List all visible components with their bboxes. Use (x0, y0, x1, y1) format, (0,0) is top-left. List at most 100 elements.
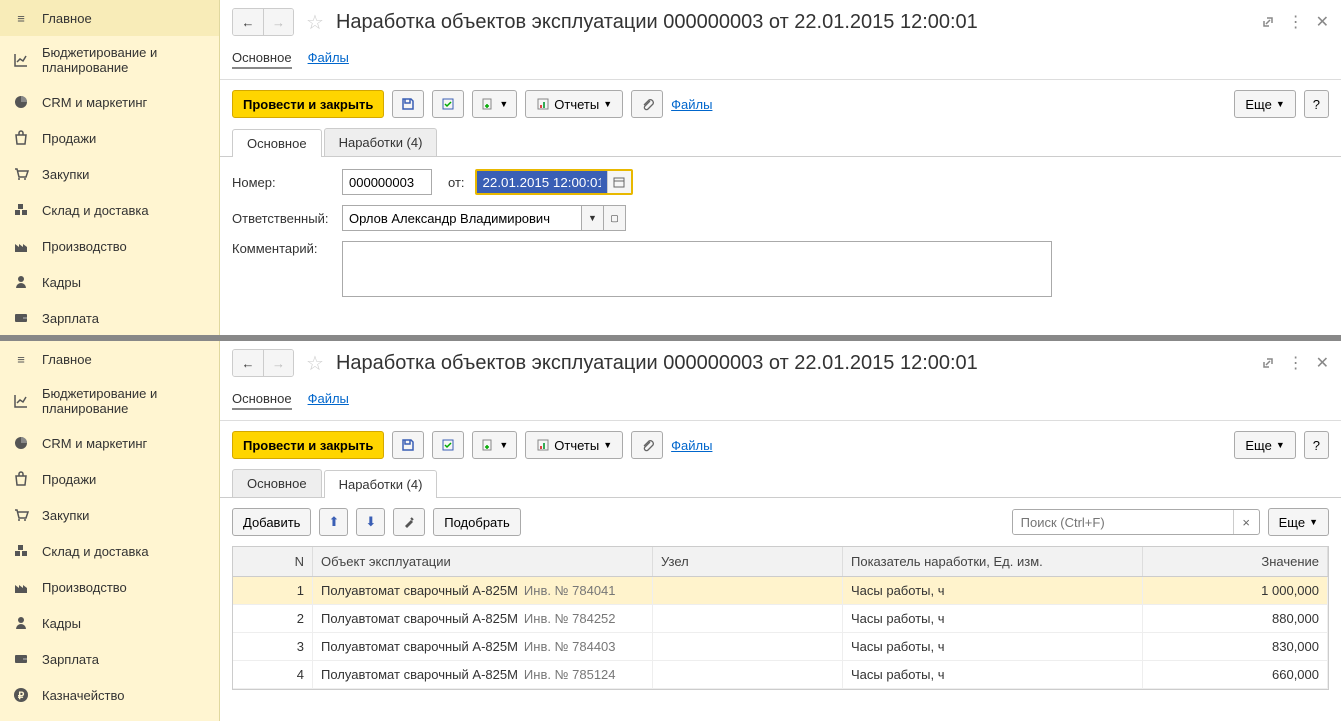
help-button[interactable]: ? (1304, 90, 1329, 118)
budget-icon (12, 392, 30, 410)
fill-button[interactable] (393, 508, 425, 536)
sidebar-item-warehouse[interactable]: Склад и доставка (0, 533, 219, 569)
search-input[interactable] (1013, 510, 1233, 534)
cell-val: 660,000 (1143, 661, 1328, 688)
close-icon[interactable]: ✕ (1316, 12, 1329, 32)
dropdown-button[interactable]: ▼ (582, 205, 604, 231)
more-vertical-icon[interactable]: ⋮ (1288, 353, 1304, 373)
sidebar-item-crm[interactable]: CRM и маркетинг (0, 84, 219, 120)
sidebar-item-production[interactable]: Производство (0, 569, 219, 605)
sidebar-item-budget[interactable]: Бюджетирование и планирование (0, 377, 219, 425)
cell-node (653, 605, 843, 632)
attach-button[interactable] (631, 90, 663, 118)
attach-button[interactable] (631, 431, 663, 459)
sidebar-item-hr[interactable]: Кадры (0, 605, 219, 641)
cell-obj: Полуавтомат сварочный A-825MИнв. № 78512… (313, 661, 653, 688)
table-more-button[interactable]: Еще▼ (1268, 508, 1329, 536)
resp-input[interactable] (342, 205, 582, 231)
open-button[interactable]: ▢ (604, 205, 626, 231)
tab-narabotki[interactable]: Наработки (4) (324, 470, 438, 498)
reports-button[interactable]: Отчеты▼ (525, 90, 623, 118)
tab-main[interactable]: Основное (232, 469, 322, 497)
bag-icon (12, 470, 30, 488)
back-button[interactable]: ← (233, 350, 263, 376)
files-link[interactable]: Файлы (671, 97, 712, 112)
more-button[interactable]: Еще▼ (1234, 431, 1295, 459)
add-button[interactable]: Добавить (232, 508, 311, 536)
sidebar-item-production[interactable]: Производство (0, 228, 219, 264)
table-row[interactable]: 1Полуавтомат сварочный A-825MИнв. № 7840… (233, 577, 1328, 605)
move-up-button[interactable]: ⬆ (319, 508, 348, 536)
number-input[interactable] (342, 169, 432, 195)
subnav-files[interactable]: Файлы (308, 389, 349, 410)
date-input[interactable] (477, 171, 607, 193)
create-based-on-button[interactable]: ▼ (472, 90, 517, 118)
sidebar-item-salary[interactable]: Зарплата (0, 300, 219, 336)
subnav-files[interactable]: Файлы (308, 48, 349, 69)
sidebar-item-budget[interactable]: Бюджетирование и планирование (0, 36, 219, 84)
sidebar-item-treasury[interactable]: ₽ Казначейство (0, 677, 219, 713)
bag-icon (12, 129, 30, 147)
post-close-button[interactable]: Провести и закрыть (232, 90, 384, 118)
help-button[interactable]: ? (1304, 431, 1329, 459)
pick-button[interactable]: Подобрать (433, 508, 520, 536)
tab-main[interactable]: Основное (232, 129, 322, 157)
sidebar-item-main[interactable]: ≡ Главное (0, 341, 219, 377)
post-button[interactable] (432, 431, 464, 459)
save-button[interactable] (392, 90, 424, 118)
files-link[interactable]: Файлы (671, 438, 712, 453)
forward-button[interactable]: → (263, 9, 293, 35)
sidebar-item-salary[interactable]: Зарплата (0, 641, 219, 677)
link-icon[interactable] (1260, 355, 1276, 371)
move-down-button[interactable]: ⬇ (356, 508, 385, 536)
col-header-obj[interactable]: Объект эксплуатации (313, 547, 653, 576)
star-icon[interactable]: ☆ (306, 10, 324, 35)
sidebar-item-sales[interactable]: Продажи (0, 120, 219, 156)
factory-icon (12, 237, 30, 255)
sidebar-item-purchases[interactable]: Закупки (0, 156, 219, 192)
sidebar-item-sales[interactable]: Продажи (0, 461, 219, 497)
link-icon[interactable] (1260, 14, 1276, 30)
col-header-n[interactable]: N (233, 547, 313, 576)
table-row[interactable]: 4Полуавтомат сварочный A-825MИнв. № 7851… (233, 661, 1328, 689)
sidebar-item-label: Главное (42, 352, 92, 367)
sidebar-item-label: Кадры (42, 275, 81, 290)
reports-button[interactable]: Отчеты▼ (525, 431, 623, 459)
wallet-icon (12, 309, 30, 327)
col-header-val[interactable]: Значение (1143, 547, 1328, 576)
table-row[interactable]: 2Полуавтомат сварочный A-825MИнв. № 7842… (233, 605, 1328, 633)
col-header-ind[interactable]: Показатель наработки, Ед. изм. (843, 547, 1143, 576)
more-button[interactable]: Еще▼ (1234, 90, 1295, 118)
subnav-main[interactable]: Основное (232, 48, 292, 69)
cell-n: 2 (233, 605, 313, 632)
post-button[interactable] (432, 90, 464, 118)
menu-icon: ≡ (12, 9, 30, 27)
calendar-button[interactable] (607, 171, 631, 193)
close-icon[interactable]: ✕ (1316, 353, 1329, 373)
comment-input[interactable] (342, 241, 1052, 297)
sidebar-item-label: Склад и доставка (42, 203, 149, 218)
sidebar-item-purchases[interactable]: Закупки (0, 497, 219, 533)
cell-node (653, 661, 843, 688)
sidebar-item-warehouse[interactable]: Склад и доставка (0, 192, 219, 228)
label-resp: Ответственный: (232, 211, 342, 226)
subnav-main[interactable]: Основное (232, 389, 292, 410)
search-clear-button[interactable]: × (1233, 510, 1259, 534)
col-header-node[interactable]: Узел (653, 547, 843, 576)
tab-narabotki[interactable]: Наработки (4) (324, 128, 438, 156)
sidebar-item-hr[interactable]: Кадры (0, 264, 219, 300)
post-close-button[interactable]: Провести и закрыть (232, 431, 384, 459)
sidebar-item-main[interactable]: ≡ Главное (0, 0, 219, 36)
create-based-on-button[interactable]: ▼ (472, 431, 517, 459)
back-button[interactable]: ← (233, 9, 263, 35)
table-row[interactable]: 3Полуавтомат сварочный A-825MИнв. № 7844… (233, 633, 1328, 661)
cell-ind: Часы работы, ч (843, 661, 1143, 688)
save-button[interactable] (392, 431, 424, 459)
cell-val: 880,000 (1143, 605, 1328, 632)
cell-val: 830,000 (1143, 633, 1328, 660)
star-icon[interactable]: ☆ (306, 351, 324, 376)
sidebar-item-crm[interactable]: CRM и маркетинг (0, 425, 219, 461)
forward-button[interactable]: → (263, 350, 293, 376)
pie-icon (12, 93, 30, 111)
more-vertical-icon[interactable]: ⋮ (1288, 12, 1304, 32)
